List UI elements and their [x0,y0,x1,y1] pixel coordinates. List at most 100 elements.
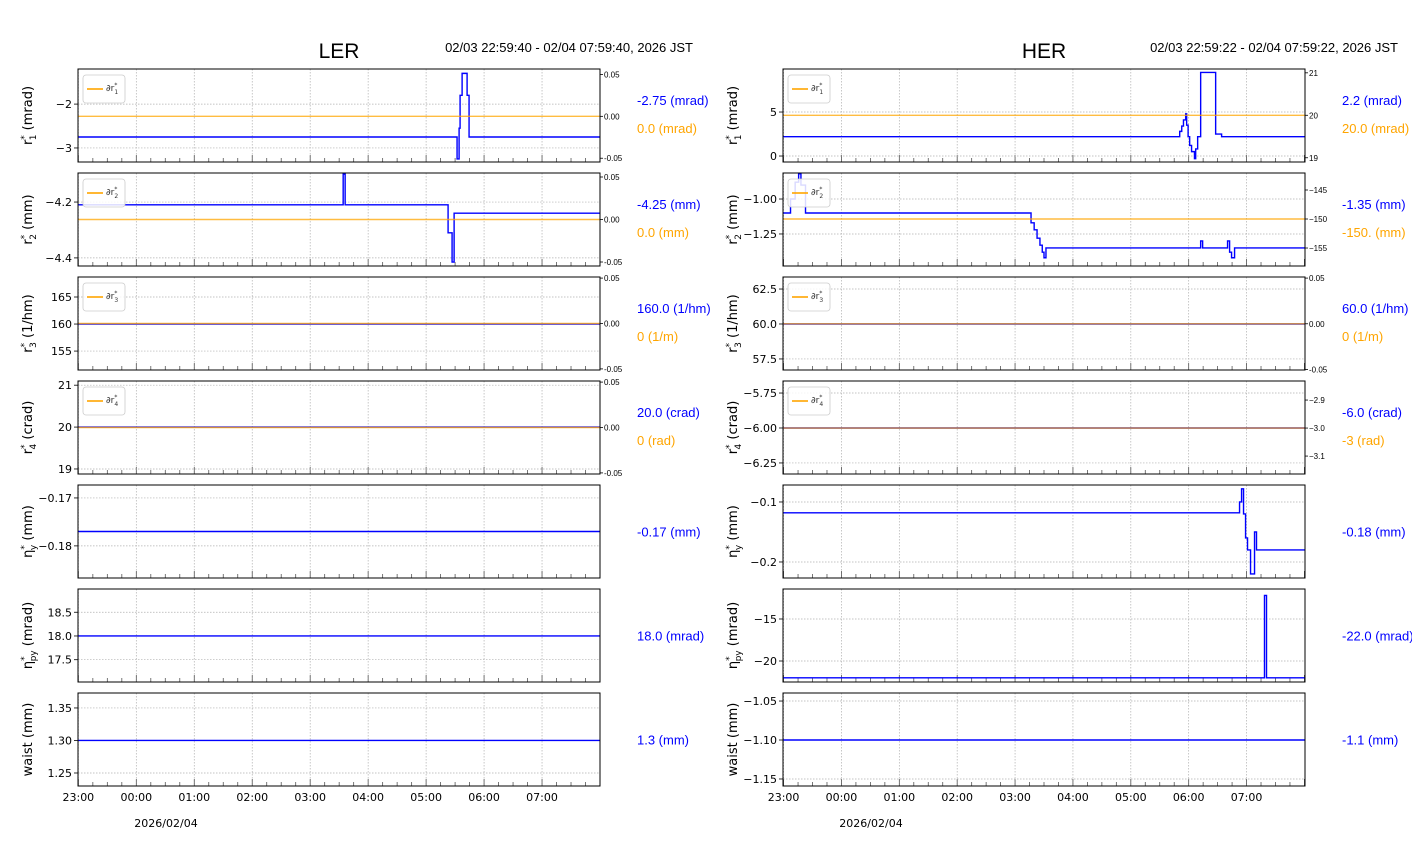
panel-r3*: 165 160 155 r*3 (1/hm) 0.05 0.00 -0.05 ∂r* 3 160.… [20,274,711,374]
value-label: -1.1 (mm) [1342,733,1398,748]
value-label: 160.0 (1/hm) [637,301,711,316]
y-tick-label: 0 [770,150,777,163]
value-label: -2.75 (mrad) [637,93,709,108]
right-y-tick-label: 0.05 [604,274,620,283]
legend: ∂r* 2 [787,178,831,208]
legend-part: * [114,82,117,89]
y-label-part: (mrad) [21,602,36,651]
legend-part: 1 [114,89,118,96]
x-tick-label: 23:00 [62,791,94,804]
right-y-tick-label: 0.00 [604,112,620,121]
y-tick-label: −1.00 [743,193,777,206]
panel-eta_py*: −15 −20 η*py (mrad) -22.0 (mrad) [725,588,1412,683]
y-label-part: (mm) [726,703,741,743]
y-label-part: (mm) [21,505,36,545]
her-chart: HER 02/03 22:59:22 - 02/04 07:59:22, 2026… [725,40,1412,830]
legend-part: 2 [114,193,118,200]
y-tick-label: −6.00 [743,422,777,435]
y-tick-label: 21 [58,379,72,392]
y-label-part: (mm) [726,505,741,545]
date-label: 2026/02/04 [134,817,197,830]
y-axis-label: waist (mm) [726,703,741,777]
legend-label: ∂r* 2 [811,186,823,200]
y-axis-label: r*3 (1/hm) [20,294,39,352]
x-tick-label: 07:00 [526,791,558,804]
y-axis-label: r*1 (mrad) [20,86,39,145]
right-y-tick-label: 0.00 [604,320,620,329]
y-tick-label: −4.2 [45,196,72,209]
y-label-part: py [734,650,744,662]
legend-part: ∂r [811,84,820,94]
y-tick-label: −1.05 [743,695,777,708]
plot-frame [77,692,601,787]
y-label-part: (1/hm) [726,294,741,342]
legend-part: * [819,394,822,401]
ler-chart: LER 02/03 22:59:40 - 02/04 07:59:40, 2026… [20,40,711,830]
y-tick-label: −4.4 [45,252,72,265]
y-tick-label: 1.30 [48,734,73,747]
right-y-tick-label: 0.05 [604,378,620,387]
y-tick-label: 62.5 [753,283,778,296]
x-tick-label: 01:00 [178,791,210,804]
y-tick-label: 19 [58,463,72,476]
x-tick-label: 04:00 [1057,791,1089,804]
y-tick-label: 57.5 [753,353,778,366]
x-tick-label: 03:00 [999,791,1031,804]
y-tick-label: −1.25 [743,228,777,241]
y-label-part: py [29,650,39,662]
legend-part: ∂r [811,396,820,406]
time-range: 02/03 22:59:40 - 02/04 07:59:40, 2026 JS… [445,40,693,55]
legend-part: ∂r [106,396,115,406]
value-label: 0 (1/m) [637,329,678,344]
time-range: 02/03 22:59:22 - 02/04 07:59:22, 2026 JS… [1150,40,1398,55]
value-label: 18.0 (mrad) [637,629,704,644]
value-label: -4.25 (mm) [637,197,701,212]
right-y-tick-label: −150 [1309,215,1328,224]
y-tick-label: 160 [51,318,72,331]
panel-eta_y*: −0.17 −0.18η*y (mm) -0.17 (mm) [20,484,701,579]
y-label-part: (mm) [726,194,741,234]
x-tick-label: 05:00 [1115,791,1147,804]
value-label: -0.18 (mm) [1342,525,1406,540]
legend: ∂r* 3 [787,282,831,312]
legend-part: * [114,186,117,193]
y-tick-label: 18.5 [48,606,73,619]
legend-part: ∂r [106,84,115,94]
legend: ∂r* 1 [787,74,831,104]
plot-frame [782,588,1306,683]
y-tick-label: −3 [56,142,72,155]
right-y-tick-label: −145 [1309,186,1328,195]
y-tick-label: −0.18 [38,540,72,553]
y-axis-label: r*2 (mm) [725,194,744,244]
right-y-tick-label: 0.05 [604,173,620,182]
x-tick-label: 04:00 [352,791,384,804]
y-axis-label: η*py (mrad) [20,602,39,669]
panel-r2*: −4.2 −4.4 r*2 (mm) 0.05 0.00 -0.05 ∂r* 2 -4.25 (… [20,172,701,267]
legend-label: ∂r* 4 [106,394,118,408]
y-axis-label: r*3 (1/hm) [725,294,744,352]
series-line-r2* [783,173,1305,259]
right-y-tick-label: 0.05 [604,70,620,79]
y-label-part: waist [726,742,741,776]
y-axis-label: r*1 (mrad) [725,86,744,145]
y-tick-label: −1.10 [743,734,777,747]
x-tick-label: 02:00 [941,791,973,804]
legend-label: ∂r* 3 [811,290,823,304]
y-label-part: (crad) [21,401,36,444]
series-line-r2* [78,173,600,263]
right-y-tick-label: −155 [1309,244,1328,253]
value-label: 20.0 (mrad) [1342,121,1409,136]
panel-r3*: 62.5 60.0 57.5 r*3 (1/hm) 0.05 0.00 -0.05 ∂r* 3 6… [725,274,1408,374]
legend: ∂r* 2 [82,178,126,208]
legend: ∂r* 4 [787,386,831,416]
y-tick-label: −5.75 [743,387,777,400]
y-label-part: (1/hm) [21,294,36,342]
x-tick-label: 00:00 [120,791,152,804]
y-tick-label: −15 [754,613,777,626]
panel-eta_py*: 18.5 18.0 17.5 η*py (mrad) 18.0 (mrad) [20,588,704,683]
legend: ∂r* 4 [82,386,126,416]
panel-waist: 1.35 1.30 1.25 waist (mm) 1.3 (mm) [21,692,689,787]
right-y-tick-label: -0.05 [604,365,623,374]
y-axis-label: waist (mm) [21,703,36,777]
right-y-tick-label: 21 [1309,69,1318,78]
